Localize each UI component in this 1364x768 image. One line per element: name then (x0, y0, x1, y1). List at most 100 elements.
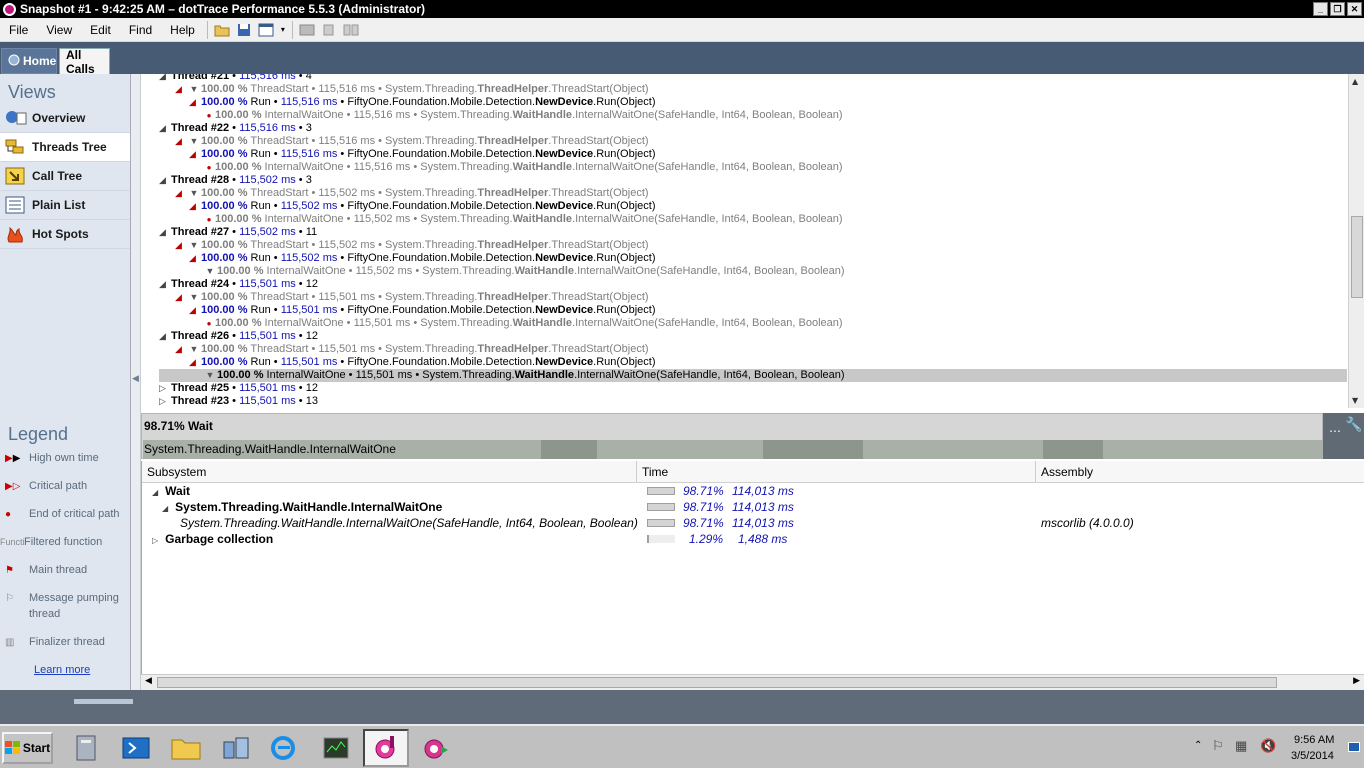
call-row[interactable]: ◢ ▼ 100.00 % ThreadStart • 115,516 ms • Sy… (175, 135, 1347, 148)
open-folder-icon[interactable] (213, 21, 231, 39)
snapshot-icon[interactable] (298, 21, 316, 39)
save-icon[interactable] (235, 21, 253, 39)
tree-vertical-scrollbar[interactable]: ▲ ▼ (1348, 74, 1364, 408)
critical-path-expanded-icon[interactable]: ◢ (189, 356, 201, 369)
clock-date[interactable]: 3/5/2014 (1291, 750, 1334, 762)
menu-find[interactable]: Find (120, 23, 161, 37)
call-row[interactable]: ◢ ▼ 100.00 % ThreadStart • 115,501 ms • Sy… (175, 343, 1347, 356)
expanded-arrow-icon[interactable]: ◢ (159, 122, 171, 135)
call-row[interactable]: ◢ ▼ 100.00 % ThreadStart • 115,516 ms • Sy… (175, 83, 1347, 96)
layout-icon[interactable] (257, 21, 275, 39)
menu-view[interactable]: View (37, 23, 81, 37)
taskbar-dottrace-secondary[interactable] (413, 729, 459, 767)
thread-row[interactable]: ▷ Thread #23 • 115,501 ms • 13 (159, 395, 1347, 408)
call-row[interactable]: ◢ ▼ 100.00 % ThreadStart • 115,502 ms • Sy… (175, 187, 1347, 200)
subsystem-row[interactable]: System.Threading.WaitHandle.InternalWait… (142, 515, 1364, 531)
call-row[interactable]: ▼ 100.00 % InternalWaitOne • 115,501 ms •… (159, 369, 1347, 382)
critical-path-expanded-icon[interactable]: ◢ (175, 343, 187, 356)
subsystem-row[interactable]: ◢ Wait 98.71% 114,013 ms (142, 483, 1364, 499)
collapsed-arrow-icon[interactable]: ▷ (159, 395, 171, 408)
call-row[interactable]: ◢ 100.00 % Run • 115,516 ms • FiftyOne.Fo… (189, 148, 1347, 161)
export-icon[interactable] (320, 21, 338, 39)
thread-row[interactable]: ◢ Thread #21 • 115,516 ms • 4 (159, 74, 1347, 83)
call-row[interactable]: ◢ 100.00 % Run • 115,516 ms • FiftyOne.Fo… (189, 96, 1347, 109)
call-row[interactable]: ◢ 100.00 % Run • 115,501 ms • FiftyOne.Fo… (189, 356, 1347, 369)
close-button[interactable]: ✕ (1347, 2, 1362, 16)
compare-icon[interactable] (342, 21, 360, 39)
call-row[interactable]: ▼ 100.00 % InternalWaitOne • 115,502 ms •… (203, 265, 1347, 278)
scroll-thumb[interactable] (157, 677, 1277, 688)
scroll-up-icon[interactable]: ▲ (1352, 77, 1358, 86)
taskbar-network[interactable] (213, 729, 259, 767)
critical-path-expanded-icon[interactable]: ◢ (175, 291, 187, 304)
thread-row[interactable]: ◢ Thread #26 • 115,501 ms • 12 (159, 330, 1347, 343)
critical-path-expanded-icon[interactable]: ◢ (175, 187, 187, 200)
thread-row[interactable]: ◢ Thread #24 • 115,501 ms • 12 (159, 278, 1347, 291)
dropdown-arrow-icon[interactable]: ▾ (279, 21, 287, 39)
taskbar-explorer[interactable] (163, 729, 209, 767)
taskbar-powershell[interactable] (113, 729, 159, 767)
menu-help[interactable]: Help (161, 23, 204, 37)
start-button[interactable]: Start (2, 732, 53, 764)
expanded-arrow-icon[interactable]: ◢ (159, 174, 171, 187)
collapsed-arrow-icon[interactable]: ▷ (159, 382, 171, 395)
show-hidden-icons-icon[interactable]: ⌃ (1194, 740, 1202, 751)
clock-time[interactable]: 9:56 AM (1294, 734, 1334, 746)
menu-edit[interactable]: Edit (81, 23, 120, 37)
volume-muted-icon[interactable]: 🔇 (1260, 738, 1276, 754)
critical-path-expanded-icon[interactable]: ◢ (189, 200, 201, 213)
tab-home[interactable]: Home (1, 48, 57, 74)
row-expander-icon[interactable]: ◢ (162, 504, 168, 513)
expanded-arrow-icon[interactable]: ◢ (159, 278, 171, 291)
expanded-arrow-icon[interactable]: ◢ (159, 226, 171, 239)
tab-all-calls[interactable]: All Calls (59, 48, 110, 76)
expanded-arrow-icon[interactable]: ◢ (159, 330, 171, 343)
action-center-flag-icon[interactable]: ⚐ (1212, 738, 1224, 754)
column-subsystem[interactable]: Subsystem (142, 461, 637, 483)
more-options-icon[interactable]: … (1329, 421, 1341, 435)
call-row[interactable]: ● 100.00 % InternalWaitOne • 115,516 ms •… (203, 161, 1347, 174)
view-overview[interactable]: Overview (0, 104, 130, 133)
learn-more-link[interactable]: Learn more (0, 664, 130, 684)
network-tray-icon[interactable]: ▦ (1235, 738, 1247, 754)
view-plain-list[interactable]: Plain List (0, 191, 130, 220)
column-assembly[interactable]: Assembly (1036, 461, 1364, 483)
critical-path-expanded-icon[interactable]: ◢ (175, 239, 187, 252)
call-row[interactable]: ● 100.00 % InternalWaitOne • 115,501 ms •… (203, 317, 1347, 330)
thread-row[interactable]: ▷ Thread #25 • 115,501 ms • 12 (159, 382, 1347, 395)
column-time[interactable]: Time (637, 461, 1036, 483)
taskbar-internet-explorer[interactable] (260, 729, 306, 767)
grid-horizontal-scrollbar[interactable]: ◀ ▶ (141, 674, 1364, 690)
scroll-thumb[interactable] (1351, 216, 1363, 298)
view-hot-spots[interactable]: Hot Spots (0, 220, 130, 249)
call-row[interactable]: ◢ ▼ 100.00 % ThreadStart • 115,502 ms • Sy… (175, 239, 1347, 252)
view-threads-tree[interactable]: Threads Tree (0, 133, 130, 162)
wrench-icon[interactable]: 🔧 (1345, 417, 1362, 433)
threads-tree[interactable]: ◢ Thread #21 • 115,516 ms • 4 ◢ ▼ 100.00 % T… (141, 74, 1348, 408)
call-row[interactable]: ◢ 100.00 % Run • 115,502 ms • FiftyOne.Fo… (189, 252, 1347, 265)
subsystem-row[interactable]: ▷ Garbage collection 1.29% 1,488 ms (142, 531, 1364, 547)
scroll-right-icon[interactable]: ▶ (1353, 676, 1360, 686)
collapse-arrow-icon[interactable]: ◀ (132, 374, 139, 384)
view-call-tree[interactable]: Call Tree (0, 162, 130, 191)
thread-row[interactable]: ◢ Thread #28 • 115,502 ms • 3 (159, 174, 1347, 187)
call-row[interactable]: ◢ ▼ 100.00 % ThreadStart • 115,501 ms • Sy… (175, 291, 1347, 304)
row-expander-icon[interactable]: ◢ (152, 488, 158, 497)
minimize-button[interactable]: _ (1313, 2, 1328, 16)
call-row[interactable]: ● 100.00 % InternalWaitOne • 115,502 ms •… (203, 213, 1347, 226)
thread-row[interactable]: ◢ Thread #22 • 115,516 ms • 3 (159, 122, 1347, 135)
call-row[interactable]: ● 100.00 % InternalWaitOne • 115,516 ms •… (203, 109, 1347, 122)
critical-path-expanded-icon[interactable]: ◢ (189, 252, 201, 265)
critical-path-expanded-icon[interactable]: ◢ (189, 304, 201, 317)
menu-file[interactable]: File (0, 23, 37, 37)
sidebar-splitter[interactable]: ◀ (131, 74, 141, 691)
call-row[interactable]: ◢ 100.00 % Run • 115,502 ms • FiftyOne.Fo… (189, 200, 1347, 213)
scroll-left-icon[interactable]: ◀ (145, 676, 152, 686)
thread-row[interactable]: ◢ Thread #27 • 115,502 ms • 11 (159, 226, 1347, 239)
row-expander-icon[interactable]: ▷ (152, 536, 158, 545)
critical-path-expanded-icon[interactable]: ◢ (175, 83, 187, 96)
call-row[interactable]: ◢ 100.00 % Run • 115,501 ms • FiftyOne.Fo… (189, 304, 1347, 317)
critical-path-expanded-icon[interactable]: ◢ (189, 148, 201, 161)
taskbar-dottrace[interactable] (363, 729, 409, 767)
show-desktop-icon[interactable] (1348, 742, 1360, 752)
